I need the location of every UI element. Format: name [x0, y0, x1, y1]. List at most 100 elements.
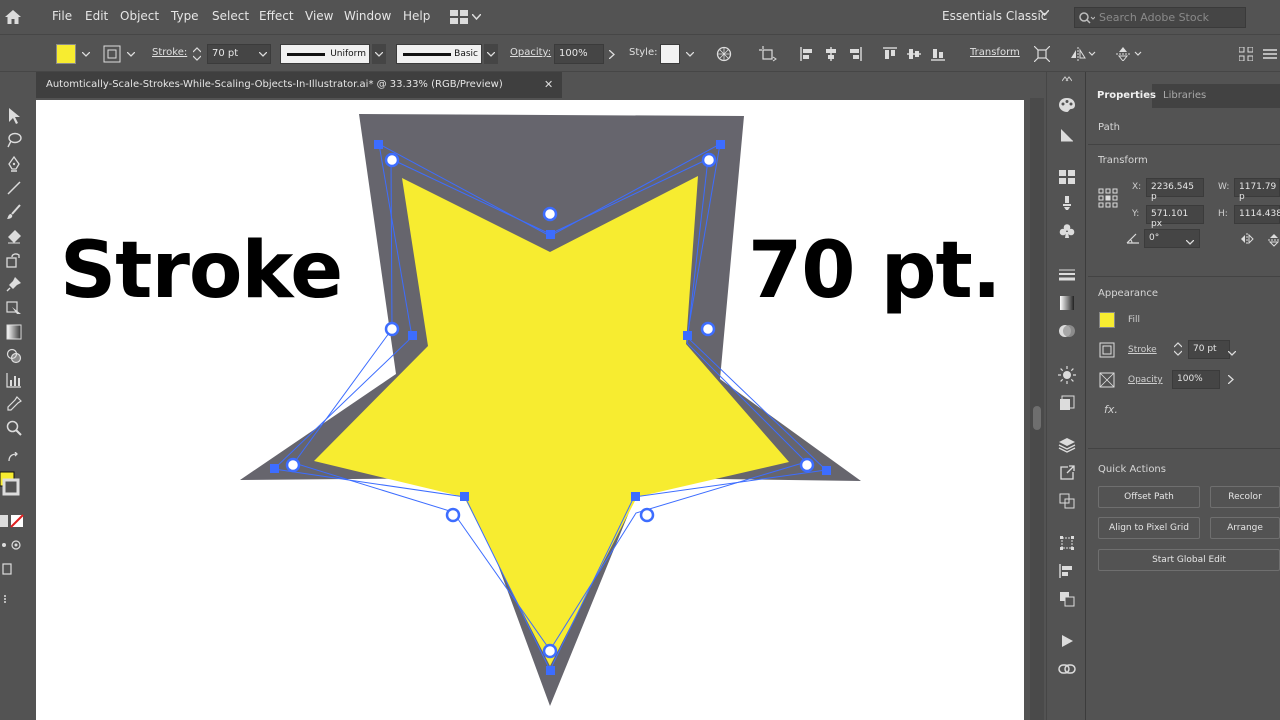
selection-tool[interactable]	[4, 106, 24, 126]
recolor-button[interactable]: Recolor	[1210, 486, 1280, 508]
path-center-point[interactable]	[285, 457, 301, 473]
links-panel-button[interactable]	[1056, 658, 1078, 680]
cc-libraries-panel-button[interactable]	[1056, 124, 1078, 146]
width-field[interactable]: 1171.79 p	[1234, 178, 1280, 202]
pen-tool[interactable]	[4, 154, 24, 174]
swap-fill-stroke-button[interactable]	[0, 448, 26, 468]
align-bottom-button[interactable]	[928, 44, 948, 64]
menu-effect[interactable]: Effect	[259, 9, 294, 23]
stroke-weight-stepper[interactable]	[190, 44, 204, 64]
opacity-expand-button[interactable]	[1227, 374, 1234, 387]
anchor-point[interactable]	[631, 492, 640, 501]
brush-dropdown[interactable]	[484, 44, 498, 64]
shape-builder-tool[interactable]	[4, 346, 24, 366]
vertical-scrollbar[interactable]	[1030, 98, 1044, 720]
fx-button[interactable]: fx.	[1104, 403, 1118, 416]
flip-horizontal-button[interactable]	[1240, 233, 1254, 248]
transform-panel-button[interactable]	[1056, 532, 1078, 554]
edit-toolbar-button[interactable]	[0, 592, 10, 606]
profile-dropdown[interactable]	[372, 44, 386, 64]
anchor-point[interactable]	[546, 666, 555, 675]
arrange-button[interactable]: Arrange	[1210, 517, 1280, 539]
isolate-group-button[interactable]	[1032, 44, 1052, 64]
reflect-options-button[interactable]	[1066, 44, 1100, 64]
path-center-point[interactable]	[542, 206, 558, 222]
anchor-point[interactable]	[270, 464, 279, 473]
align-center-button[interactable]	[821, 44, 841, 64]
fill-swatch[interactable]	[56, 44, 76, 64]
chevron-down-icon[interactable]	[1040, 10, 1049, 16]
anchor-point[interactable]	[460, 492, 469, 501]
align-to-pixel-grid-button[interactable]: Align to Pixel Grid	[1098, 517, 1200, 539]
x-position-field[interactable]: 2236.545 p	[1146, 178, 1204, 202]
eraser-tool[interactable]	[4, 226, 24, 246]
menu-file[interactable]: File	[52, 9, 72, 23]
close-tab-button[interactable]: ✕	[544, 78, 553, 91]
opacity-label[interactable]: Opacity:	[510, 47, 551, 58]
align-left-button[interactable]	[797, 44, 817, 64]
menu-type[interactable]: Type	[171, 9, 199, 23]
arrange-button[interactable]	[1236, 44, 1256, 64]
graphic-style-swatch[interactable]	[660, 44, 680, 64]
stock-search-input[interactable]: Search Adobe Stock	[1074, 7, 1246, 28]
screen-mode-button[interactable]	[0, 562, 14, 576]
menu-object[interactable]: Object	[120, 9, 159, 23]
actions-panel-button[interactable]	[1056, 630, 1078, 652]
path-center-point[interactable]	[639, 507, 655, 523]
appearance-stroke-swatch[interactable]	[1099, 342, 1115, 361]
workspace-switcher[interactable]: Essentials Classic	[942, 9, 1047, 23]
reference-point-selector[interactable]	[1098, 188, 1118, 211]
path-center-point[interactable]	[384, 321, 400, 337]
document-tab[interactable]: Automtically-Scale-Strokes-While-Scaling…	[36, 72, 562, 98]
export-panel-button[interactable]	[1056, 462, 1078, 484]
start-global-edit-button[interactable]: Start Global Edit	[1098, 549, 1280, 571]
anchor-point[interactable]	[546, 230, 555, 239]
appearance-fill-swatch[interactable]	[1099, 312, 1115, 328]
magic-wand-tool[interactable]	[4, 130, 24, 150]
fill-dropdown[interactable]	[79, 44, 93, 64]
anchor-point[interactable]	[822, 466, 831, 475]
appearance-stroke-weight-field[interactable]: 70 pt	[1188, 340, 1230, 359]
gradient-panel-button[interactable]	[1056, 292, 1078, 314]
shear-options-button[interactable]	[1112, 44, 1146, 64]
line-segment-tool[interactable]	[4, 178, 24, 198]
menu-select[interactable]: Select	[212, 9, 249, 23]
appearance-opacity-field[interactable]: 100%	[1172, 370, 1220, 389]
path-center-point[interactable]	[384, 152, 400, 168]
height-field[interactable]: 1114.438	[1234, 205, 1280, 224]
fill-stroke-selector[interactable]	[0, 470, 22, 500]
artboard[interactable]: Stroke 70 pt.	[36, 100, 1024, 720]
path-center-point[interactable]	[445, 507, 461, 523]
puppet-warp-tool[interactable]	[4, 274, 24, 294]
stroke-text[interactable]: Stroke	[60, 226, 343, 316]
eyedropper-tool[interactable]	[4, 394, 24, 414]
color-guide-panel-button[interactable]	[1056, 94, 1078, 116]
paintbrush-tool[interactable]	[4, 202, 24, 222]
free-transform-tool[interactable]	[4, 298, 24, 318]
menu-window[interactable]: Window	[344, 9, 391, 23]
stroke-dropdown[interactable]	[124, 44, 138, 64]
brush-definition[interactable]: Basic	[396, 44, 482, 64]
layers-panel-button[interactable]	[1056, 434, 1078, 456]
stroke-swatch[interactable]	[102, 44, 122, 64]
transform-panel-link[interactable]: Transform	[970, 47, 1020, 58]
color-mode-buttons[interactable]	[0, 514, 26, 528]
zoom-tool[interactable]	[4, 418, 24, 438]
path-center-point[interactable]	[701, 152, 717, 168]
swatches-panel-button[interactable]	[1056, 166, 1078, 188]
symbols-panel-button[interactable]	[1056, 220, 1078, 242]
artboards-panel-button[interactable]	[1056, 490, 1078, 512]
offset-path-button[interactable]: Offset Path	[1098, 486, 1200, 508]
stroke-weight-dropdown[interactable]	[256, 44, 270, 64]
stroke-weight-stepper[interactable]	[1173, 342, 1183, 359]
align-panel-button[interactable]	[1056, 560, 1078, 582]
canvas-area[interactable]: Stroke 70 pt.	[30, 98, 1046, 720]
tab-libraries[interactable]: Libraries	[1154, 84, 1215, 108]
panel-menu-button[interactable]	[1260, 44, 1280, 64]
menu-view[interactable]: View	[305, 9, 333, 23]
path-center-point[interactable]	[542, 643, 558, 659]
menu-edit[interactable]: Edit	[85, 9, 108, 23]
appearance-opacity-label[interactable]: Opacity	[1128, 375, 1163, 385]
angle-dropdown[interactable]	[1185, 235, 1195, 248]
brushes-panel-button[interactable]	[1056, 192, 1078, 214]
